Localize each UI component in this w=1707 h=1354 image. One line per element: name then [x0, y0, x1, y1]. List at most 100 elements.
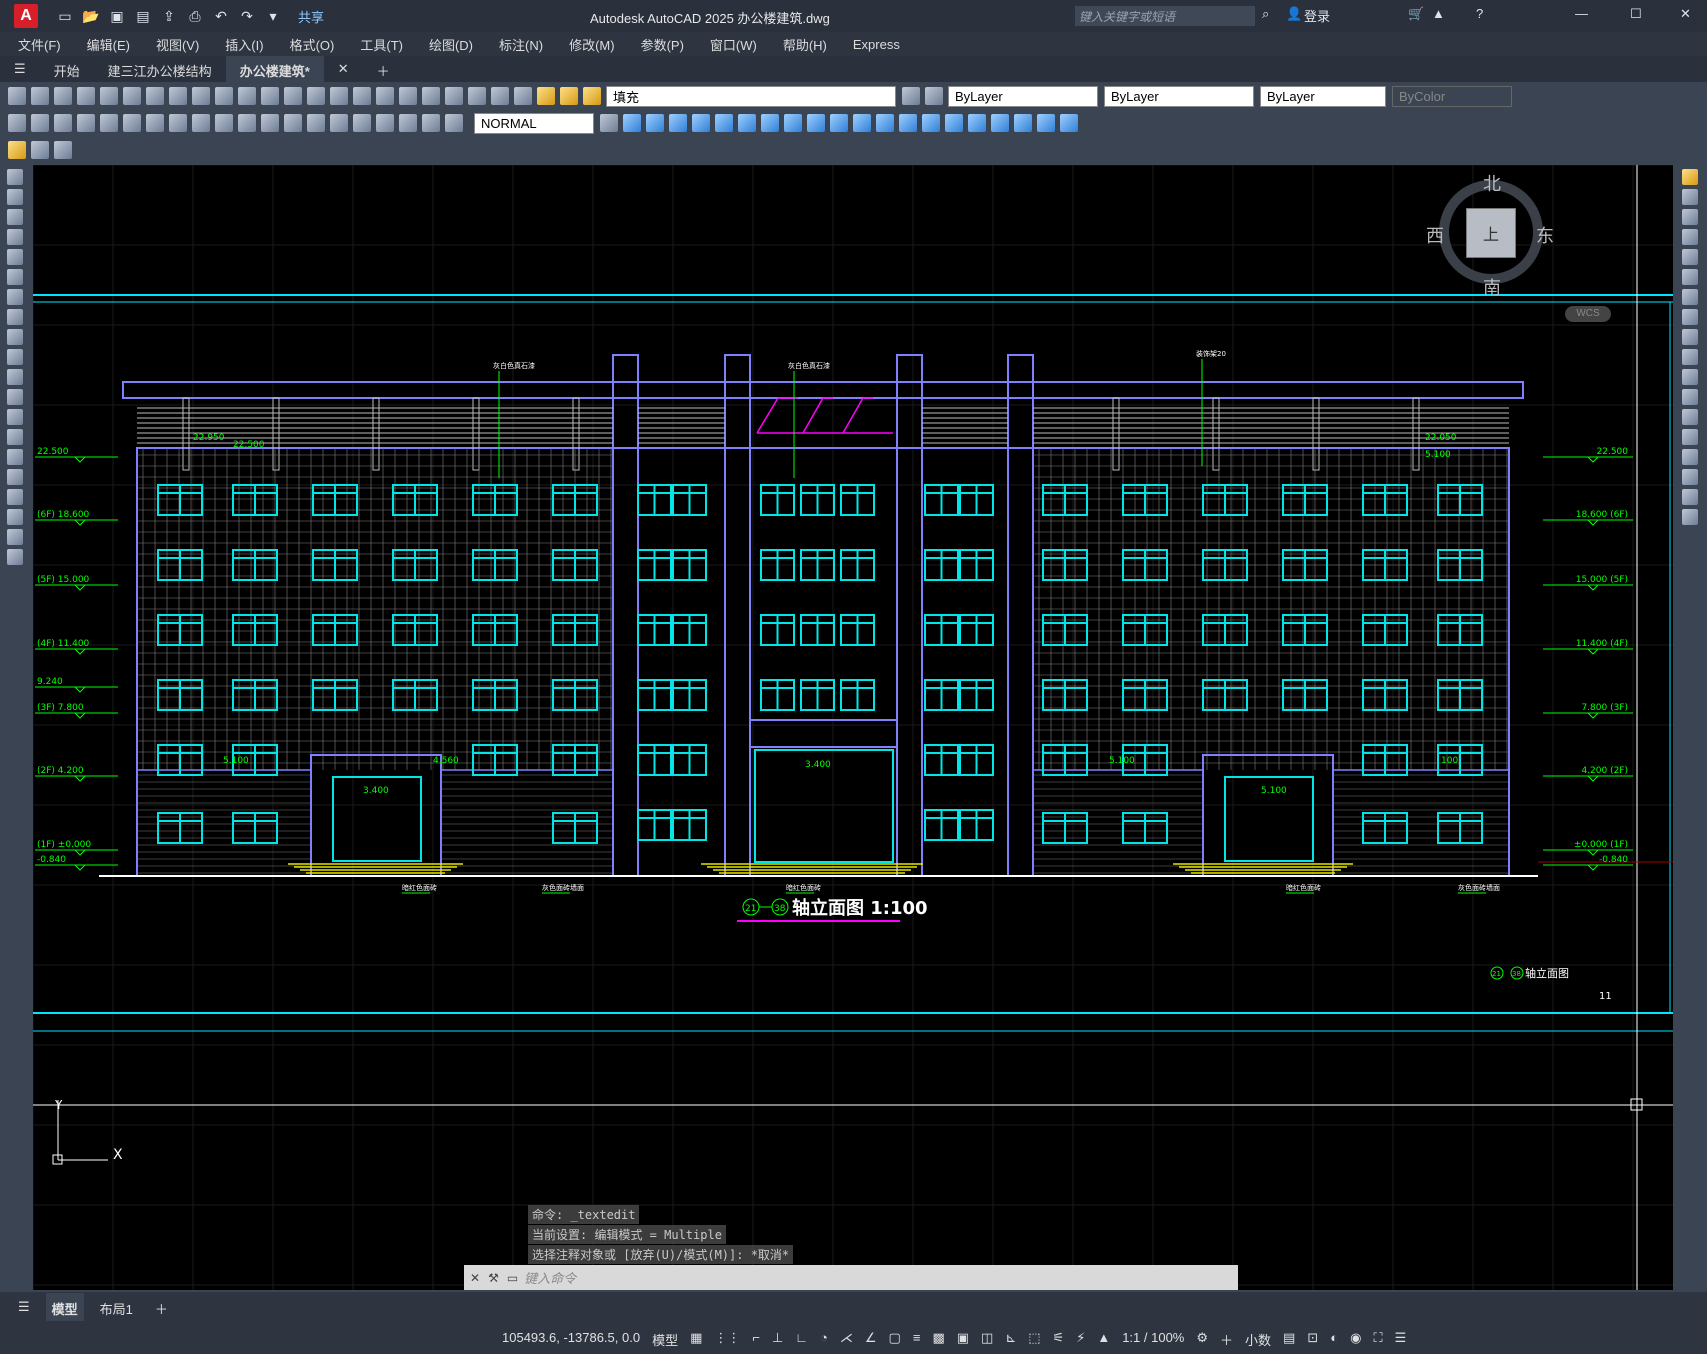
menu-item-12[interactable]: Express	[853, 37, 900, 52]
mtext-icon[interactable]	[7, 529, 23, 545]
cylinder-icon[interactable]	[669, 114, 687, 132]
transparency-icon[interactable]: ▩	[926, 1324, 950, 1352]
sphere-icon[interactable]	[646, 114, 664, 132]
command-input[interactable]: 键入命令	[524, 1268, 576, 1287]
arc-icon[interactable]	[7, 269, 23, 285]
command-prompt-icon[interactable]: ▭	[507, 1271, 518, 1285]
undo-icon[interactable]	[238, 87, 256, 105]
lineweight-icon[interactable]: ≡	[907, 1324, 927, 1352]
hamburger-icon[interactable]: ☰	[0, 56, 40, 82]
markup-icon[interactable]	[468, 87, 486, 105]
save-icon[interactable]: ▣	[108, 7, 126, 25]
maximize-icon[interactable]: ☐	[1630, 6, 1642, 22]
command-line[interactable]: ✕ ⚒ ▭ 键入命令	[464, 1265, 1238, 1290]
array-icon[interactable]	[1682, 249, 1698, 265]
saveas-icon[interactable]: ▤	[134, 7, 152, 25]
close-icon[interactable]: ✕	[470, 1271, 480, 1285]
dim-ordinate-icon[interactable]	[77, 114, 95, 132]
linetype-select[interactable]: ByLayer	[1104, 85, 1254, 107]
dim-update-icon[interactable]	[445, 114, 463, 132]
save-icon[interactable]	[54, 87, 72, 105]
customization-icon[interactable]: ☰	[1389, 1324, 1413, 1352]
lineweight-select[interactable]: ByLayer	[1260, 85, 1386, 107]
tab-layout1[interactable]: 布局1	[94, 1293, 139, 1321]
sheetset-icon[interactable]	[445, 87, 463, 105]
edit-text-icon[interactable]	[8, 141, 26, 159]
viewcube-face[interactable]: 上	[1466, 208, 1516, 258]
plotstyle-select[interactable]: ByColor	[1392, 85, 1512, 107]
toolpalette-icon[interactable]	[422, 87, 440, 105]
layer-prev-icon[interactable]	[902, 87, 920, 105]
region-icon[interactable]	[7, 489, 23, 505]
clean-screen-icon[interactable]: ⛶	[1367, 1324, 1388, 1352]
open-icon[interactable]	[31, 87, 49, 105]
sun-icon[interactable]	[583, 87, 601, 105]
quick-properties-icon[interactable]: ▤	[1277, 1324, 1301, 1352]
color-select[interactable]: ByLayer	[948, 85, 1098, 107]
compass-east[interactable]: 东	[1536, 222, 1554, 248]
table-icon[interactable]	[7, 509, 23, 525]
properties-icon[interactable]	[376, 87, 394, 105]
copy-icon[interactable]	[169, 87, 187, 105]
copy-icon[interactable]	[1682, 189, 1698, 205]
rectangle-icon[interactable]	[7, 249, 23, 265]
preview-icon[interactable]	[100, 87, 118, 105]
coordinates[interactable]: 105493.6, -13786.5, 0.0	[496, 1324, 646, 1352]
layer-current-icon[interactable]	[925, 87, 943, 105]
box-icon[interactable]	[623, 114, 641, 132]
ellipse-icon[interactable]	[7, 349, 23, 365]
stretch-icon[interactable]	[1682, 329, 1698, 345]
revcloud-icon[interactable]	[7, 309, 23, 325]
menu-item-5[interactable]: 工具(T)	[360, 35, 403, 54]
tab-structure[interactable]: 建三江办公楼结构	[94, 56, 226, 82]
units-select[interactable]: 小数	[1239, 1324, 1277, 1352]
spline-icon[interactable]	[7, 329, 23, 345]
dim-edit-icon[interactable]	[399, 114, 417, 132]
search-input[interactable]: 键入关键字或短语	[1075, 6, 1255, 26]
add-selected-icon[interactable]	[7, 549, 23, 565]
auto-scale-icon[interactable]: ⚡	[1070, 1324, 1091, 1352]
offset-icon[interactable]	[1682, 229, 1698, 245]
point-icon[interactable]	[7, 429, 23, 445]
extend-icon[interactable]	[1682, 369, 1698, 385]
dim-continue-icon[interactable]	[238, 114, 256, 132]
explode-icon[interactable]	[1682, 509, 1698, 525]
menu-item-8[interactable]: 修改(M)	[569, 35, 615, 54]
dim-aligned-icon[interactable]	[31, 114, 49, 132]
trim-icon[interactable]	[1682, 349, 1698, 365]
subtract-icon[interactable]	[876, 114, 894, 132]
menu-item-2[interactable]: 视图(V)	[156, 35, 199, 54]
compass-south[interactable]: 南	[1483, 274, 1501, 300]
tolerance-icon[interactable]	[307, 114, 325, 132]
dim-text-edit-icon[interactable]	[422, 114, 440, 132]
tab-building[interactable]: 办公楼建筑*	[225, 56, 324, 82]
union-icon[interactable]	[853, 114, 871, 132]
new-tab-icon[interactable]: ＋	[363, 56, 404, 82]
inspect-icon[interactable]	[353, 114, 371, 132]
infer-icon[interactable]: ⌐	[746, 1324, 766, 1352]
3dosnap-icon[interactable]: ◫	[975, 1324, 999, 1352]
gradient-icon[interactable]	[7, 469, 23, 485]
grid-icon[interactable]: ▦	[684, 1324, 708, 1352]
circle-icon[interactable]	[7, 289, 23, 305]
menu-item-3[interactable]: 插入(I)	[225, 35, 263, 54]
dynamic-input-icon[interactable]: ⊥	[766, 1324, 789, 1352]
break-point-icon[interactable]	[1682, 389, 1698, 405]
menu-item-7[interactable]: 标注(N)	[499, 35, 543, 54]
join-icon[interactable]	[1682, 429, 1698, 445]
dropdown-icon[interactable]: ▾	[264, 7, 282, 25]
redo-icon[interactable]	[261, 87, 279, 105]
dim-angular-icon[interactable]	[169, 114, 187, 132]
zoom-window-icon[interactable]	[330, 87, 348, 105]
annotation-visibility-icon[interactable]: ⚟	[1047, 1324, 1071, 1352]
polyline-icon[interactable]	[7, 209, 23, 225]
torus-icon[interactable]	[738, 114, 756, 132]
dim-jogged-icon[interactable]	[123, 114, 141, 132]
undo-icon[interactable]: ↶	[212, 7, 230, 25]
dimstyle-select[interactable]: NORMAL	[474, 112, 594, 134]
new-icon[interactable]: ▭	[56, 7, 74, 25]
snap-icon[interactable]: ⋮⋮	[708, 1324, 746, 1352]
flatshot-icon[interactable]	[968, 114, 986, 132]
redo-icon[interactable]: ↷	[238, 7, 256, 25]
tab-close-icon[interactable]: ✕	[324, 56, 363, 82]
